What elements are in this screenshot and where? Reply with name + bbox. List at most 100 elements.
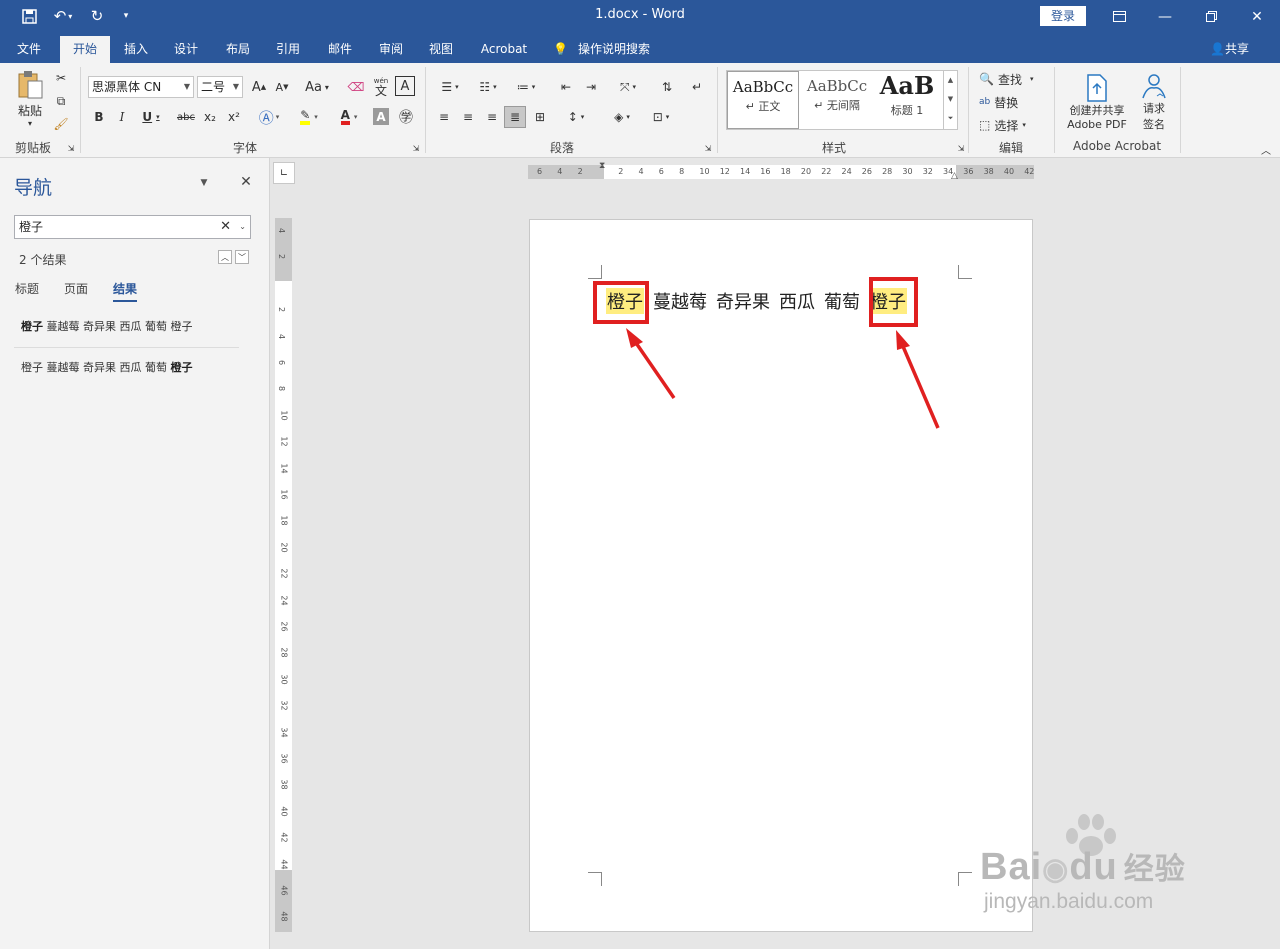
increase-indent-icon[interactable]: ⇥ [580,76,602,98]
dialog-launcher-icon[interactable]: ⇲ [956,143,966,153]
dialog-launcher-icon[interactable]: ⇲ [703,143,713,153]
search-result-item[interactable]: 橙子 蔓越莓 奇异果 西瓜 葡萄 橙子 [21,359,192,375]
result-count: 2 个结果 [19,253,67,267]
nav-tab-headings[interactable]: 标题 [15,280,39,297]
replace-button[interactable]: ab 替换 [979,92,1043,112]
font-size-select[interactable]: 二号 ▼ [197,76,243,98]
text-effects-icon[interactable]: Ⓐ ▾ [254,107,284,127]
tab-layout[interactable]: 布局 [218,36,258,63]
restore-icon[interactable] [1188,0,1234,33]
style-heading-1[interactable]: AaB 标题 1 [871,71,943,129]
tab-design[interactable]: 设计 [166,36,206,63]
subscript-button[interactable]: x₂ [200,107,220,127]
dialog-launcher-icon[interactable]: ⇲ [411,143,421,153]
save-icon[interactable] [18,6,40,26]
distributed-icon[interactable]: ⊞ [530,107,550,127]
nav-search-input[interactable]: 橙子 ✕ ⌄ [14,215,251,239]
vertical-ruler[interactable]: 4 2 2 4 6 8 10 12 14 16 18 20 22 24 26 28 30 32 34 36 38 40 42… [275,218,292,932]
ruler-tick-label: 42 [279,832,289,843]
find-button[interactable]: 🔍 查找 ▾ [979,69,1043,89]
dialog-launcher-icon[interactable]: ⇲ [66,143,76,153]
nav-tab-results[interactable]: 结果 [113,280,138,302]
enclose-char-button[interactable]: A [395,76,415,96]
align-center-icon[interactable]: ≡ [458,107,478,127]
borders-icon[interactable]: ⊡ ▾ [645,107,677,127]
horizontal-ruler[interactable]: 6 4 2 2 4 6 8 10 12 14 16 18 20 22 24 26 28 30 32 34 36 38 40 4… [528,161,1034,181]
justify-icon[interactable]: ≣ [504,106,526,128]
nav-tab-pages[interactable]: 页面 [64,280,88,297]
shrink-font-button[interactable]: A ▼ [272,76,292,98]
styles-scroll[interactable]: ▲ ▼ ⏷ [943,71,957,129]
grow-font-button[interactable]: A ▲ [249,76,269,98]
tell-me-label: 操作说明搜索 [577,42,650,56]
login-button[interactable]: 登录 [1040,6,1086,26]
enclose-characters-icon[interactable]: ㊫ [396,107,416,127]
multilevel-list-icon[interactable]: ≔ ▾ [510,76,542,98]
clear-search-icon[interactable]: ✕ [220,216,231,238]
align-left-icon[interactable]: ≡ [434,107,454,127]
ruler-tick-label: 12 [719,167,730,176]
previous-result-icon[interactable]: ︿ [218,250,232,264]
close-icon[interactable]: ✕ [237,173,255,191]
tab-insert[interactable]: 插入 [116,36,156,63]
highlight-color-icon[interactable]: ✎ ▾ [292,107,326,127]
change-case-button[interactable]: Aa ▾ [300,76,334,98]
right-indent-marker-icon[interactable]: △ [951,171,958,181]
ruler-tick-label: 4 [557,167,563,176]
tab-references[interactable]: 引用 [268,36,308,63]
search-dropdown-icon[interactable]: ⌄ [239,216,246,238]
tab-mailings[interactable]: 邮件 [320,36,360,63]
sort-icon[interactable]: ⇅ [656,76,678,98]
bullets-icon[interactable]: ☰ ▾ [434,76,466,98]
bold-button[interactable]: B [90,107,108,127]
create-share-pdf-button[interactable]: 创建并共享 Adobe PDF [1061,69,1133,135]
next-result-icon[interactable]: ﹀ [235,250,249,264]
paste-button[interactable]: 粘贴 ▾ [12,69,48,129]
style-no-spacing[interactable]: AaBbCc ↵ 无间隔 [801,71,873,129]
font-color-icon[interactable]: A ▾ [332,107,366,127]
tab-review[interactable]: 审阅 [371,36,411,63]
document-page[interactable]: 橙子 蔓越莓 奇异果 西瓜 葡萄 橙子 [529,219,1033,932]
share-button[interactable]: 👤共享 [1210,36,1249,63]
asian-layout-icon[interactable]: ⤧ ▾ [612,76,644,98]
select-button[interactable]: ⬚ 选择 ▾ [979,115,1043,135]
customize-icon[interactable]: ▾ [118,6,134,26]
style-normal[interactable]: AaBbCc ↵ 正文 [727,71,799,129]
indent-marker-icon[interactable]: ⧗ [599,161,605,171]
shading-icon[interactable]: ◈ ▾ [606,107,638,127]
superscript-button[interactable]: x² [224,107,244,127]
close-icon[interactable]: ✕ [1234,0,1280,33]
minimize-icon[interactable]: — [1142,0,1188,33]
redo-icon[interactable]: ↻ [86,6,108,26]
collapse-ribbon-icon[interactable]: ︿ [1258,143,1274,157]
underline-button[interactable]: U ▾ [137,107,165,127]
show-marks-icon[interactable]: ↵ [688,76,706,98]
format-painter-icon[interactable]: 🖌 [52,115,70,133]
align-right-icon[interactable]: ≡ [482,107,502,127]
tab-file[interactable]: 文件 [8,36,50,63]
clear-format-icon[interactable]: ⌫ [345,76,367,98]
tab-acrobat[interactable]: Acrobat [476,36,532,63]
undo-icon[interactable]: ↶ ▾ [48,6,78,26]
ruler-tick-label: 4 [277,333,287,339]
numbering-icon[interactable]: ☷ ▾ [472,76,504,98]
ribbon-display-icon[interactable] [1096,0,1142,33]
cut-icon[interactable]: ✂ [52,69,70,87]
tab-view[interactable]: 视图 [421,36,461,63]
decrease-indent-icon[interactable]: ⇤ [555,76,577,98]
request-sign-button[interactable]: 请求 签名 [1134,69,1174,135]
copy-icon[interactable]: ⧉ [52,92,70,110]
line-spacing-icon[interactable]: ↕ ▾ [560,107,592,127]
char-shading-icon[interactable]: A [373,108,389,125]
nav-options-icon[interactable]: ▼ [197,176,211,190]
tab-selector-icon[interactable]: ∟ [273,162,295,184]
enclose-char-label: A [400,78,410,94]
italic-button[interactable]: I [113,107,131,127]
strikethrough-button[interactable]: abc [174,107,198,127]
search-result-item[interactable]: 橙子 蔓越莓 奇异果 西瓜 葡萄 橙子 [21,318,192,334]
title-bar: ↶ ▾ ↻ ▾ 1.docx - Word 登录 — ✕ [0,0,1280,33]
font-name-select[interactable]: 思源黑体 CN ▼ [88,76,194,98]
phonetic-guide-button[interactable]: wén 文 [370,74,392,100]
tab-home[interactable]: 开始 [60,36,110,63]
tell-me-search[interactable]: 💡 操作说明搜索 [553,36,650,63]
